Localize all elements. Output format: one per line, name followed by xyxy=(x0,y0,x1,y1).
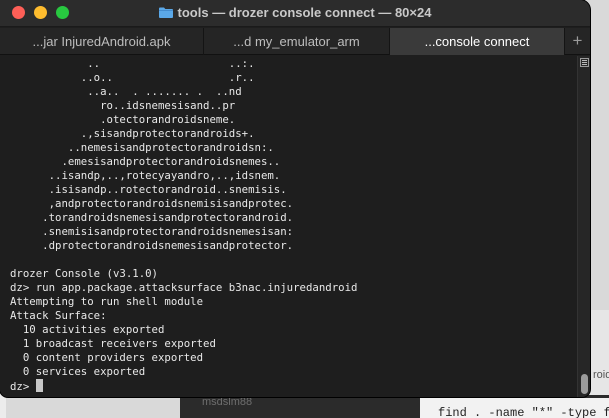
terminal-line: ..a.. . ....... . ..nd xyxy=(10,85,242,98)
background-text-fragment: msdslm88 xyxy=(202,396,253,408)
text-cursor xyxy=(35,379,43,392)
terminal-line: .. ..:. xyxy=(10,57,255,70)
terminal-line: ..nemesisandprotectorandroidsn:. xyxy=(10,141,274,154)
terminal-line: .,sisandprotectorandroids+. xyxy=(10,127,255,140)
terminal-line: .snemisisandprotectorandroidsnemesisan: xyxy=(10,225,294,238)
scroll-marks-icon[interactable] xyxy=(580,58,589,67)
tab-my-emulator-arm[interactable]: ...d my_emulator_arm xyxy=(204,28,390,55)
background-window-bottom-right: find . -name "*" -type f - xyxy=(420,398,609,418)
tab-bar: ...jar InjuredAndroid.apk ...d my_emulat… xyxy=(0,28,590,55)
terminal-line: 1 broadcast receivers exported xyxy=(10,337,216,350)
background-text-fragment: roid xyxy=(593,369,609,381)
folder-icon xyxy=(158,6,173,18)
terminal-output[interactable]: .. ..:. ..o.. .r.. ..a.. . ....... . ..n… xyxy=(0,56,577,397)
terminal-line: dz> run app.package.attacksurface b3nac.… xyxy=(10,281,358,294)
terminal-line: .dprotectorandroidsnemesisandprotector. xyxy=(10,239,294,252)
terminal-line: ..o.. .r.. xyxy=(10,71,255,84)
tab-label: ...jar InjuredAndroid.apk xyxy=(32,34,171,49)
background-window-right: roid xyxy=(590,310,609,400)
terminal-line: .emesisandprotectorandroidsnemes.. xyxy=(10,155,281,168)
scrollbar-thumb[interactable] xyxy=(581,374,588,394)
terminal-line: 10 activities exported xyxy=(10,323,165,336)
terminal-line: .isisandp..rotectorandroid..snemisis. xyxy=(10,183,287,196)
background-text-fragment: find . -name "*" -type f - xyxy=(438,406,609,418)
terminal-line: 0 content providers exported xyxy=(10,351,204,364)
title-bar[interactable]: tools — drozer console connect — 80×24 xyxy=(0,0,590,27)
scrollbar[interactable] xyxy=(577,56,590,397)
window-title: tools — drozer console connect — 80×24 xyxy=(177,5,432,20)
window-title-container: tools — drozer console connect — 80×24 xyxy=(0,5,590,20)
terminal-line: Attack Surface: xyxy=(10,309,107,322)
terminal-line: ro..idsnemesisand..pr xyxy=(10,99,236,112)
tab-label: ...console connect xyxy=(424,34,530,49)
terminal-line: .torandroidsnemesisandprotectorandroid. xyxy=(10,211,294,224)
terminal-line: drozer Console (v3.1.0) xyxy=(10,267,158,280)
tab-console-connect[interactable]: ...console connect xyxy=(390,28,565,55)
terminal-line: ..isandp,..,rotecyayandro,..,idsnem. xyxy=(10,169,281,182)
new-tab-button[interactable]: + xyxy=(565,28,590,55)
prompt-line[interactable]: dz> xyxy=(10,379,577,393)
terminal-line: Attempting to run shell module xyxy=(10,295,204,308)
terminal-line: 0 services exported xyxy=(10,365,146,378)
terminal-line: .otectorandroidsneme. xyxy=(10,113,236,126)
terminal-window: tools — drozer console connect — 80×24 .… xyxy=(0,0,590,397)
tab-label: ...d my_emulator_arm xyxy=(233,34,360,49)
prompt: dz> xyxy=(10,380,36,393)
terminal-line: ,andprotectorandroidsnemisisandprotec. xyxy=(10,197,294,210)
tab-injuredandroid-apk[interactable]: ...jar InjuredAndroid.apk xyxy=(0,28,204,55)
